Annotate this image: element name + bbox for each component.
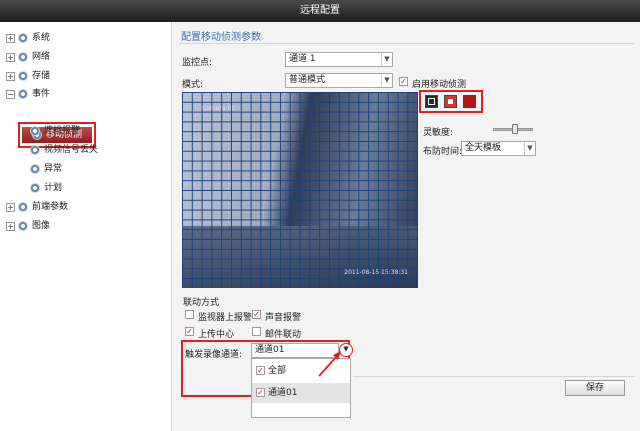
tree-node-event[interactable]: − 事件 <box>6 86 50 102</box>
video-preview[interactable]: Camera 01 2011-08-15 15:38:31 <box>182 92 418 288</box>
option-checkbox[interactable]: ✓ <box>256 366 265 375</box>
clear-area-icon[interactable] <box>444 95 457 108</box>
window-titlebar: 远程配置 <box>0 0 640 22</box>
camera-select[interactable]: 通道 1 ▼ <box>285 52 393 67</box>
tree-node-video-loss[interactable]: 视频信号丢失 <box>30 142 98 158</box>
monitor-alarm-label: 监视器上报警 <box>198 313 253 323</box>
option-label: 通道01 <box>268 388 298 398</box>
settings-tree: + 系统 + 网络 + 存储 − 事件 移动侦测 遮挡报警 视频信号丢失 异常 计划 +… <box>0 22 172 431</box>
trigger-channel-value: 通道01 <box>255 345 285 355</box>
gear-icon <box>18 71 28 81</box>
tree-node-exception[interactable]: 异常 <box>30 161 62 177</box>
camera-select-value: 通道 1 <box>289 54 316 64</box>
dropdown-option-channel01[interactable]: ✓ 通道01 <box>252 383 350 403</box>
gear-icon <box>18 202 28 212</box>
area-tools-highlight <box>419 90 483 113</box>
gear-icon <box>18 89 28 99</box>
expand-icon[interactable]: + <box>6 221 15 231</box>
full-area-icon[interactable] <box>463 95 476 108</box>
mode-label: 模式: <box>182 80 204 90</box>
pointer-arrow-icon <box>318 351 341 377</box>
schedule-label: 布防时间: <box>423 147 463 157</box>
linkage-title: 联动方式 <box>183 298 220 308</box>
tree-node-network[interactable]: + 网络 <box>6 49 50 65</box>
window-title: 远程配置 <box>300 5 340 16</box>
tree-node-storage[interactable]: + 存储 <box>6 68 50 84</box>
gear-icon <box>30 126 40 136</box>
expand-icon[interactable]: + <box>6 33 15 43</box>
gear-icon <box>18 33 28 43</box>
gear-icon <box>18 221 28 231</box>
enable-motion-label: 启用移动侦测 <box>412 80 467 90</box>
schedule-select[interactable]: 全天模板 ▼ <box>461 141 536 156</box>
tree-node-schedule[interactable]: 计划 <box>30 180 62 196</box>
monitor-alarm-checkbox[interactable] <box>185 310 194 319</box>
camera-osd-name: Camera 01 <box>202 105 236 112</box>
upload-center-label: 上传中心 <box>198 330 235 340</box>
gear-icon <box>30 145 40 155</box>
chevron-down-icon[interactable]: ▼ <box>381 53 392 66</box>
chevron-down-icon[interactable]: ▼ <box>524 142 535 155</box>
draw-area-icon[interactable] <box>425 95 438 108</box>
email-linkage-label: 邮件联动 <box>265 330 302 340</box>
schedule-select-value: 全天模板 <box>465 143 502 153</box>
divider <box>179 43 634 44</box>
sound-alarm-checkbox[interactable]: ✓ <box>252 310 261 319</box>
tree-node-system[interactable]: + 系统 <box>6 30 50 46</box>
trigger-channel-label: 触发录像通道: <box>185 350 243 360</box>
sensitivity-slider-handle[interactable] <box>511 124 518 134</box>
video-timestamp: 2011-08-15 15:38:31 <box>344 269 408 276</box>
save-button[interactable]: 保存 <box>565 380 625 396</box>
page-title: 配置移动侦测参数 <box>181 32 261 43</box>
tree-node-image[interactable]: + 图像 <box>6 218 50 234</box>
gear-icon <box>30 164 40 174</box>
enable-motion-checkbox[interactable]: ✓ <box>399 77 408 86</box>
mode-select[interactable]: 普通模式 ▼ <box>285 73 393 88</box>
expand-icon[interactable]: + <box>6 202 15 212</box>
mode-select-value: 普通模式 <box>289 75 326 85</box>
upload-center-checkbox[interactable]: ✓ <box>185 327 194 336</box>
chevron-down-icon[interactable]: ▼ <box>381 74 392 87</box>
sensitivity-label: 灵敏度: <box>423 128 454 138</box>
gear-icon <box>18 52 28 62</box>
camera-label: 监控点: <box>182 58 213 68</box>
email-linkage-checkbox[interactable] <box>252 327 261 336</box>
gear-icon <box>30 183 40 193</box>
sound-alarm-label: 声音报警 <box>265 313 302 323</box>
expand-icon[interactable]: + <box>6 52 15 62</box>
collapse-icon[interactable]: − <box>6 89 15 99</box>
motion-detection-grid[interactable] <box>182 92 418 288</box>
divider <box>353 376 635 377</box>
tree-node-frontend-params[interactable]: + 前端参数 <box>6 199 68 215</box>
config-panel: 配置移动侦测参数 监控点: 通道 1 ▼ 模式: 普通模式 ▼ ✓ 启用移动侦测… <box>173 22 640 431</box>
option-label: 全部 <box>268 366 287 376</box>
expand-icon[interactable]: + <box>6 71 15 81</box>
option-checkbox[interactable]: ✓ <box>256 388 265 397</box>
tree-node-tamper-alarm[interactable]: 遮挡报警 <box>30 123 80 139</box>
